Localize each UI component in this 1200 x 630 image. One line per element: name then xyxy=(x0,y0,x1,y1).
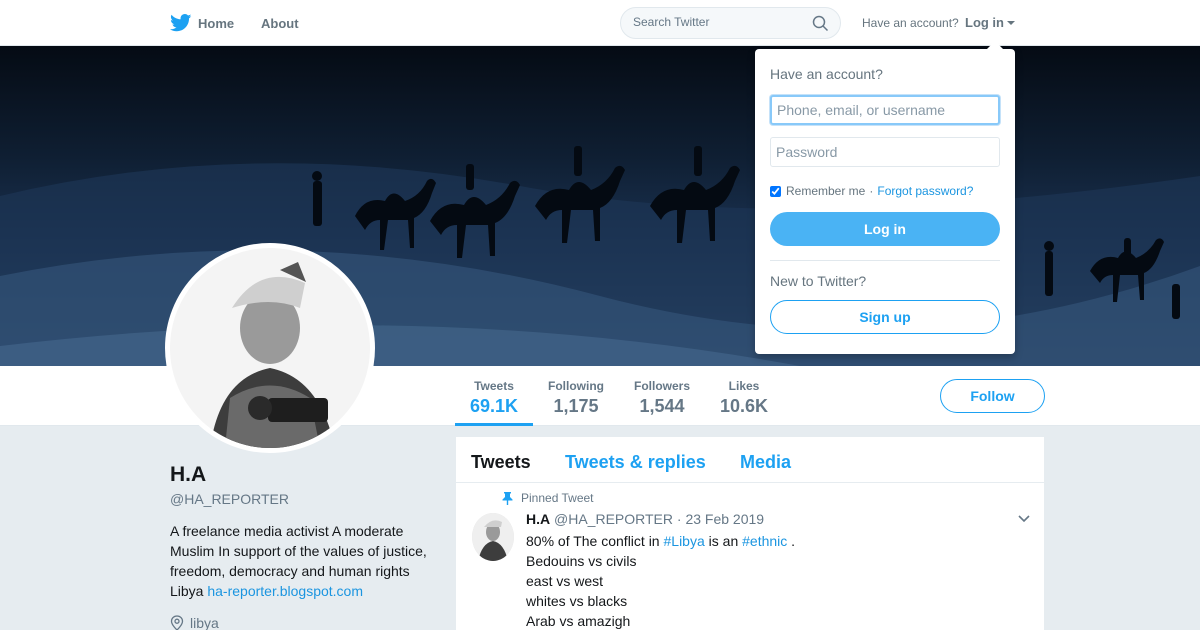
stat-value: 10.6K xyxy=(719,396,769,416)
nav-home-link[interactable]: Home xyxy=(170,0,234,46)
search-input[interactable] xyxy=(633,15,808,29)
nav-about-link[interactable]: About xyxy=(261,0,299,46)
separator-dot: · xyxy=(869,184,874,198)
stat-label: Likes xyxy=(728,379,760,393)
password-field[interactable] xyxy=(770,137,1000,167)
stat-label: Following xyxy=(548,379,604,393)
tweet-avatar-photo xyxy=(472,513,514,561)
stat-followers[interactable]: Followers 1,544 xyxy=(626,366,698,426)
stat-label: Followers xyxy=(633,379,690,393)
profile-handle: @HA_REPORTER xyxy=(170,491,289,507)
tab-media[interactable]: Media xyxy=(740,452,791,473)
tweet-header: H.A @HA_REPORTER · 23 Feb 2019 xyxy=(526,511,764,527)
profile-bio: A freelance media activist A moderate Mu… xyxy=(170,521,435,601)
tweet-dot: · xyxy=(676,511,682,527)
twitter-bird-icon xyxy=(170,14,192,32)
avatar-photo xyxy=(170,248,370,448)
tweet-line: Bedouins vs civils xyxy=(526,553,637,569)
tweet-line: 80% of The conflict in #Libya is an #eth… xyxy=(526,531,795,551)
pinned-text: Pinned Tweet xyxy=(521,491,594,505)
follow-button[interactable]: Follow xyxy=(940,379,1045,413)
caret-down-icon xyxy=(1007,20,1015,25)
stat-label: Tweets xyxy=(474,379,514,393)
location-text: libya xyxy=(190,615,219,630)
stat-value: 1,544 xyxy=(639,396,685,416)
stat-tweets[interactable]: Tweets 69.1K xyxy=(455,366,533,426)
login-dropdown-toggle[interactable]: Log in xyxy=(965,15,1015,30)
stat-likes[interactable]: Likes 10.6K xyxy=(712,366,776,426)
new-to-twitter-text: New to Twitter? xyxy=(770,273,867,289)
username-field[interactable] xyxy=(770,95,1000,125)
tweet-text-segment: is an xyxy=(708,533,739,549)
remember-me-checkbox[interactable] xyxy=(770,185,781,197)
search-box xyxy=(620,7,841,39)
have-account-text: Have an account? xyxy=(862,16,959,30)
hashtag-link[interactable]: #ethnic xyxy=(742,533,787,549)
timeline-tabs: Tweets Tweets & replies Media xyxy=(456,437,1044,483)
profile-location: libya xyxy=(170,615,219,630)
tweet-author-handle[interactable]: @HA_REPORTER xyxy=(554,511,673,527)
signup-button[interactable]: Sign up xyxy=(770,300,1000,334)
profile-avatar[interactable] xyxy=(165,243,375,453)
stat-value: 69.1K xyxy=(469,396,519,416)
divider xyxy=(770,260,1000,261)
nav-home-label: Home xyxy=(198,15,235,31)
tweet-line: Arab vs amazigh xyxy=(526,613,631,629)
pinned-tweet-label: Pinned Tweet xyxy=(502,491,594,505)
tweet-text: 80% of The conflict in #Libya is an #eth… xyxy=(526,531,795,630)
login-dropdown-title: Have an account? xyxy=(770,66,883,82)
tweet-avatar[interactable] xyxy=(472,513,514,561)
tweet-date[interactable]: 23 Feb 2019 xyxy=(685,511,764,527)
search-icon[interactable] xyxy=(812,15,829,32)
hashtag-link[interactable]: #Libya xyxy=(664,533,705,549)
tab-tweets-replies[interactable]: Tweets & replies xyxy=(565,452,706,473)
login-button[interactable]: Log in xyxy=(770,212,1000,246)
remember-me-label[interactable]: Remember me xyxy=(786,184,865,198)
tab-tweets[interactable]: Tweets xyxy=(471,452,531,473)
login-toggle-label: Log in xyxy=(965,15,1004,30)
stat-value: 1,175 xyxy=(553,396,599,416)
remember-row: Remember me · Forgot password? xyxy=(770,184,973,198)
login-dropdown: Have an account? Remember me · Forgot pa… xyxy=(755,41,1015,354)
tweet-line: east vs west xyxy=(526,573,604,589)
pin-icon xyxy=(502,491,513,505)
chevron-down-icon[interactable] xyxy=(1018,515,1030,523)
tweet-text-segment: 80% of The conflict in xyxy=(526,533,660,549)
tweet-text-segment: . xyxy=(791,533,796,549)
forgot-password-link[interactable]: Forgot password? xyxy=(877,184,973,198)
top-navigation-bar: Home About Have an account? Log in xyxy=(0,0,1200,46)
bio-link[interactable]: ha-reporter.blogspot.com xyxy=(207,583,363,599)
tweet-line: whites vs blacks xyxy=(526,593,628,609)
timeline: Tweets Tweets & replies Media Pinned Twe… xyxy=(456,437,1044,630)
profile-name: H.A xyxy=(170,463,207,486)
tweet-author-name[interactable]: H.A xyxy=(526,511,550,527)
location-pin-icon xyxy=(170,615,184,630)
stat-following[interactable]: Following 1,175 xyxy=(540,366,612,426)
